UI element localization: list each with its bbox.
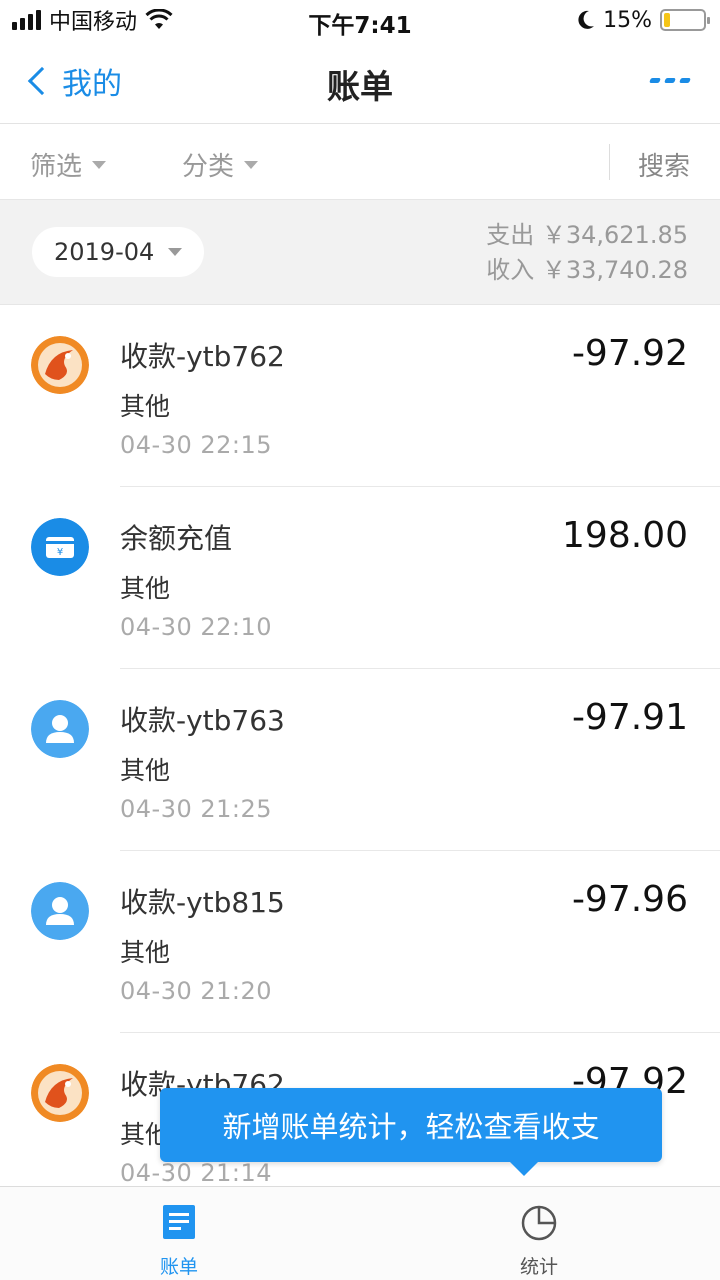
search-button[interactable]: 搜索 [638, 146, 690, 183]
transaction-title: 收款-ytb762 [120, 340, 285, 373]
expense-total: 支出 ￥34,621.85 [486, 221, 688, 249]
person-icon [31, 882, 89, 940]
transaction-category: 其他 [120, 392, 171, 421]
tab-bill[interactable]: 账单 [119, 1199, 239, 1279]
income-total: 收入 ￥33,740.28 [486, 256, 688, 284]
filter-label: 筛选 [30, 152, 83, 182]
bill-list-icon [163, 1205, 195, 1239]
list-item[interactable]: 收款-ytb815 其他 04-30 21:20 -97.96 [0, 851, 720, 1033]
transaction-category: 其他 [120, 756, 171, 785]
month-picker[interactable]: 2019-04 [32, 227, 204, 277]
list-item[interactable]: 收款-ytb763 其他 04-30 21:25 -97.91 [0, 669, 720, 851]
transaction-title: 收款-ytb763 [120, 704, 285, 737]
tab-bill-label: 账单 [159, 1256, 198, 1278]
transaction-time: 04-30 21:20 [120, 977, 273, 1005]
transaction-category: 其他 [120, 574, 171, 603]
status-right: 15% [577, 0, 710, 40]
category-dropdown[interactable]: 分类 [182, 146, 259, 183]
battery-icon [660, 9, 710, 31]
moon-icon [578, 10, 595, 29]
tab-stats[interactable]: 统计 [479, 1199, 599, 1279]
tab-bar: 账单 统计 [0, 1186, 720, 1280]
month-label: 2019-04 [54, 238, 155, 266]
battery-level [664, 13, 670, 27]
person-icon [31, 700, 89, 758]
transaction-time: 04-30 22:15 [120, 431, 273, 459]
caret-down-icon [92, 160, 107, 169]
tab-stats-label: 统计 [519, 1256, 558, 1278]
bird-logo-icon [31, 336, 89, 394]
caret-down-icon [244, 160, 259, 169]
divider [609, 144, 610, 180]
caret-down-icon [168, 248, 183, 256]
page-title: 账单 [327, 67, 393, 106]
list-item[interactable]: ¥ 余额充值 其他 04-30 22:10 198.00 [0, 487, 720, 669]
transaction-time: 04-30 21:25 [120, 795, 273, 823]
svg-text:¥: ¥ [57, 547, 63, 558]
transaction-amount: 198.00 [562, 515, 688, 556]
filter-bar: 筛选 分类 搜索 [0, 124, 720, 200]
wallet-icon: ¥ [31, 518, 89, 576]
transaction-amount: -97.91 [571, 697, 688, 738]
list-item[interactable]: 收款-ytb762 其他 04-30 22:15 -97.92 [0, 305, 720, 487]
nav-bar: 我的 账单 [0, 40, 720, 124]
transaction-amount: -97.96 [571, 879, 688, 920]
transaction-time: 04-30 22:10 [120, 613, 273, 641]
new-feature-tooltip[interactable]: 新增账单统计，轻松查看收支 [160, 1088, 662, 1176]
bird-logo-icon [31, 1064, 89, 1122]
more-icon[interactable] [649, 78, 691, 83]
battery-percent: 15% [603, 7, 652, 33]
transaction-category: 其他 [120, 938, 171, 967]
category-label: 分类 [182, 152, 235, 182]
transaction-amount: -97.92 [571, 333, 688, 374]
filter-dropdown[interactable]: 筛选 [30, 146, 107, 183]
transaction-list: 收款-ytb762 其他 04-30 22:15 -97.92 ¥ 余额充值 其… [0, 305, 720, 1215]
month-summary: 2019-04 支出 ￥34,621.85 收入 ￥33,740.28 [0, 200, 720, 305]
transaction-title: 余额充值 [120, 522, 233, 555]
transaction-title: 收款-ytb815 [120, 886, 285, 919]
month-totals: 支出 ￥34,621.85 收入 ￥33,740.28 [486, 218, 688, 288]
pie-chart-icon [521, 1205, 557, 1241]
status-bar: 中国移动 下午7:41 15% [0, 0, 720, 40]
transaction-time: 04-30 21:14 [120, 1159, 273, 1187]
